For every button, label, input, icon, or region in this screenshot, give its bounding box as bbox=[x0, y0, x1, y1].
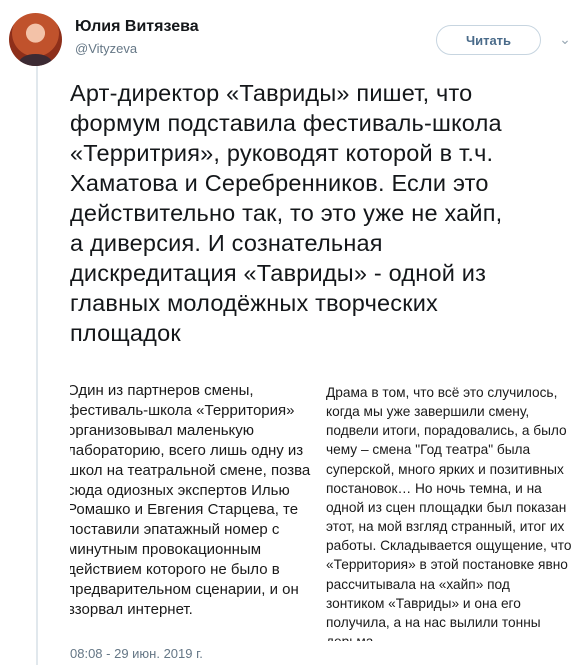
screenshot-clipping-right[interactable]: Драма в том, что всё это случилось, когд… bbox=[322, 381, 585, 641]
clipping-right-text: Драма в том, что всё это случилось, когд… bbox=[326, 385, 572, 641]
tweet-text: Арт-директор «Тавриды» пишет, что формум… bbox=[70, 80, 503, 346]
author-handle[interactable]: @Vityzeva bbox=[75, 41, 137, 56]
tweet-timestamp[interactable]: 08:08 - 29 июн. 2019 г. bbox=[70, 646, 203, 661]
chevron-down-icon[interactable]: ⌄ bbox=[556, 30, 574, 48]
author-name[interactable]: Юлия Витязева bbox=[75, 18, 199, 36]
screenshot-clipping-left[interactable]: Один из партнеров смены, фестиваль-школа… bbox=[70, 381, 320, 641]
thread-line bbox=[36, 62, 38, 665]
follow-button[interactable]: Читать bbox=[436, 25, 541, 55]
clipping-left-text: Один из партнеров смены, фестиваль-школа… bbox=[70, 382, 311, 618]
avatar-shirt bbox=[19, 54, 52, 66]
avatar[interactable] bbox=[9, 13, 62, 66]
